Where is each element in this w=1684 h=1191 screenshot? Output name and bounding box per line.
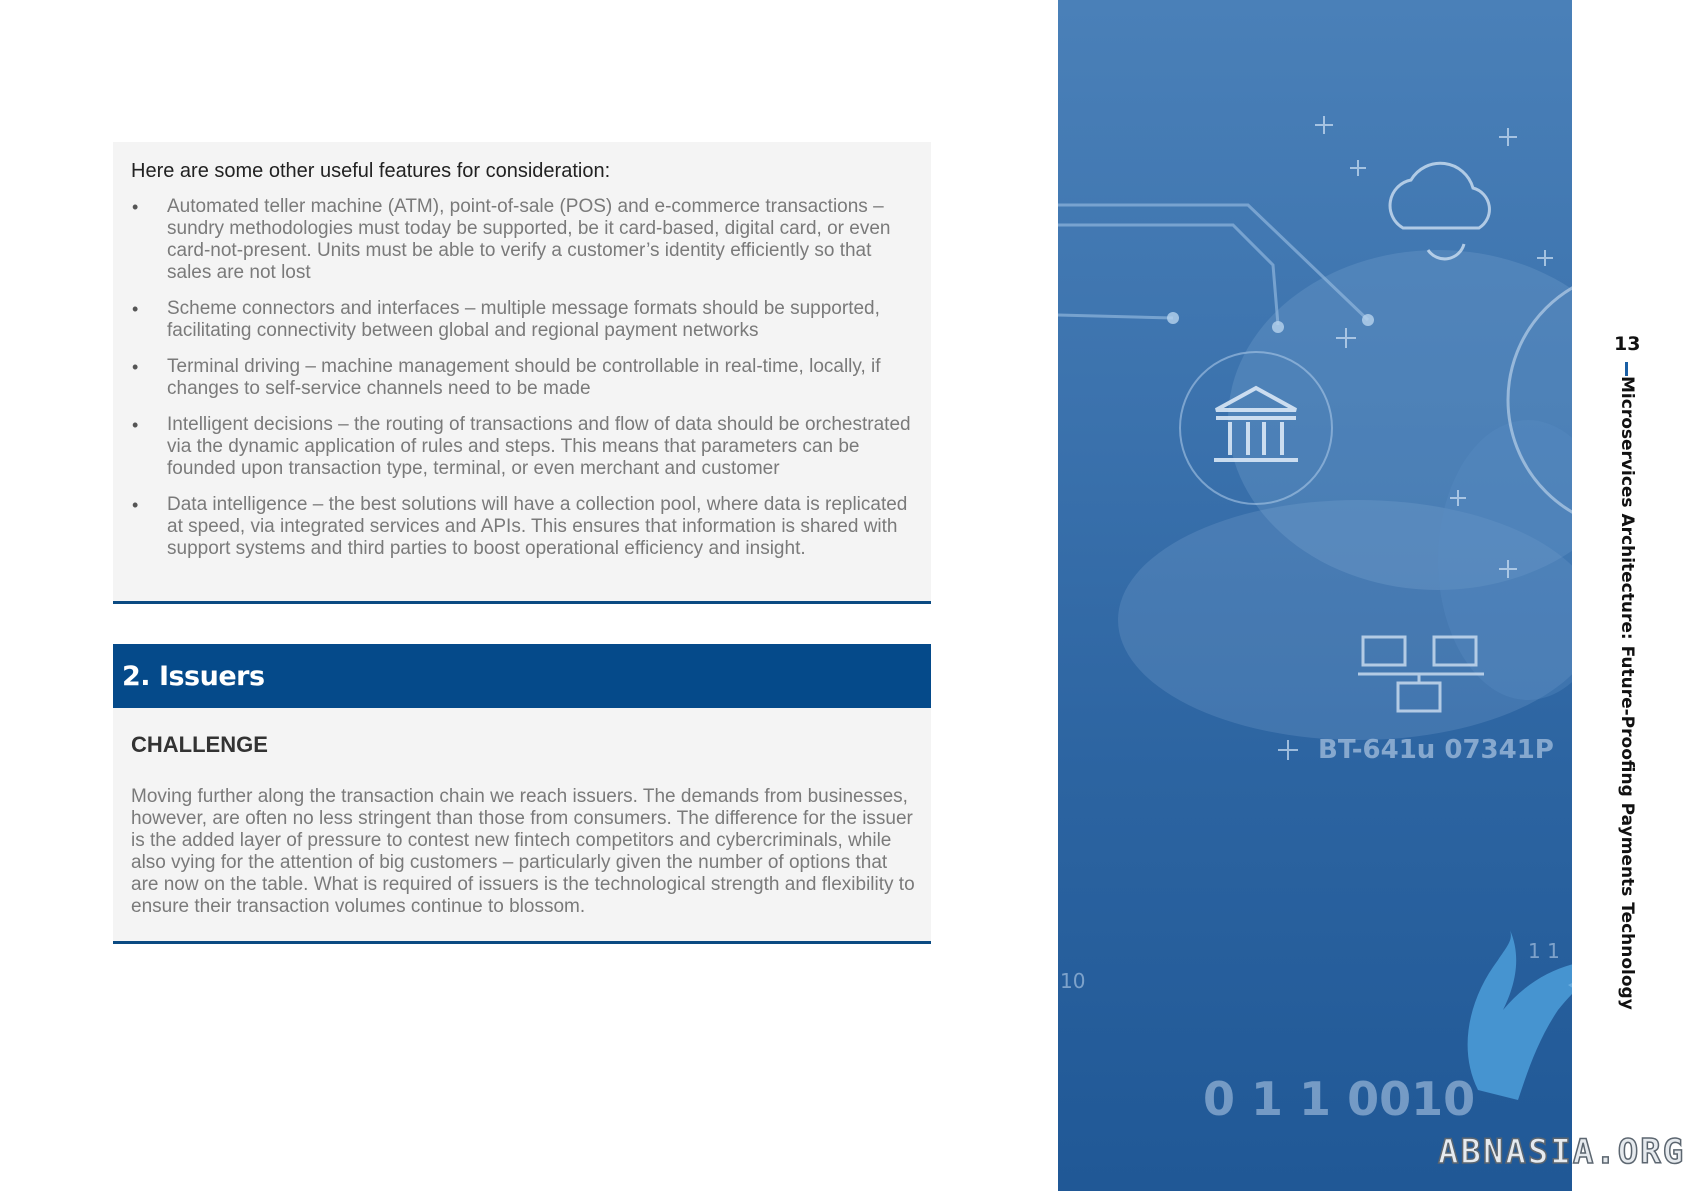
challenge-paragraph: Moving further along the transaction cha…	[131, 786, 915, 917]
small-code-left: 10	[1060, 969, 1085, 993]
list-item: Data intelligence – the best solutions w…	[131, 494, 915, 560]
features-box: Here are some other useful features for …	[113, 142, 931, 604]
binary-text: 0 1 1 0010	[1203, 1072, 1475, 1126]
list-item: Automated teller machine (ATM), point-of…	[131, 196, 915, 284]
challenge-box: CHALLENGE Moving further along the trans…	[113, 708, 931, 944]
section-header-bar: 2. Issuers	[113, 644, 931, 708]
list-item: Terminal driving – machine management sh…	[131, 356, 915, 400]
watermark-logo: ABNASIA.ORG	[1437, 1131, 1684, 1173]
list-item: Scheme connectors and interfaces – multi…	[131, 298, 915, 342]
cloud-icon	[1388, 161, 1491, 261]
page-number: 13	[1614, 333, 1641, 355]
running-title: Microservices Architecture: Future-Proof…	[1617, 376, 1637, 1010]
small-code-right: 1 1	[1528, 939, 1560, 963]
tech-illustration: BT-641u 07341P 0 1 1 0010 10 1 1	[1058, 116, 1572, 1126]
list-item: Intelligent decisions – the routing of t…	[131, 414, 915, 480]
page-number-divider	[1625, 362, 1628, 376]
features-list: Automated teller machine (ATM), point-of…	[131, 196, 915, 574]
section-title: 2. Issuers	[122, 661, 265, 692]
code-text: BT-641u 07341P	[1318, 735, 1554, 765]
features-intro: Here are some other useful features for …	[131, 160, 611, 182]
decorative-photo-panel: BT-641u 07341P 0 1 1 0010 10 1 1	[1058, 0, 1572, 1191]
challenge-heading: CHALLENGE	[131, 732, 268, 757]
